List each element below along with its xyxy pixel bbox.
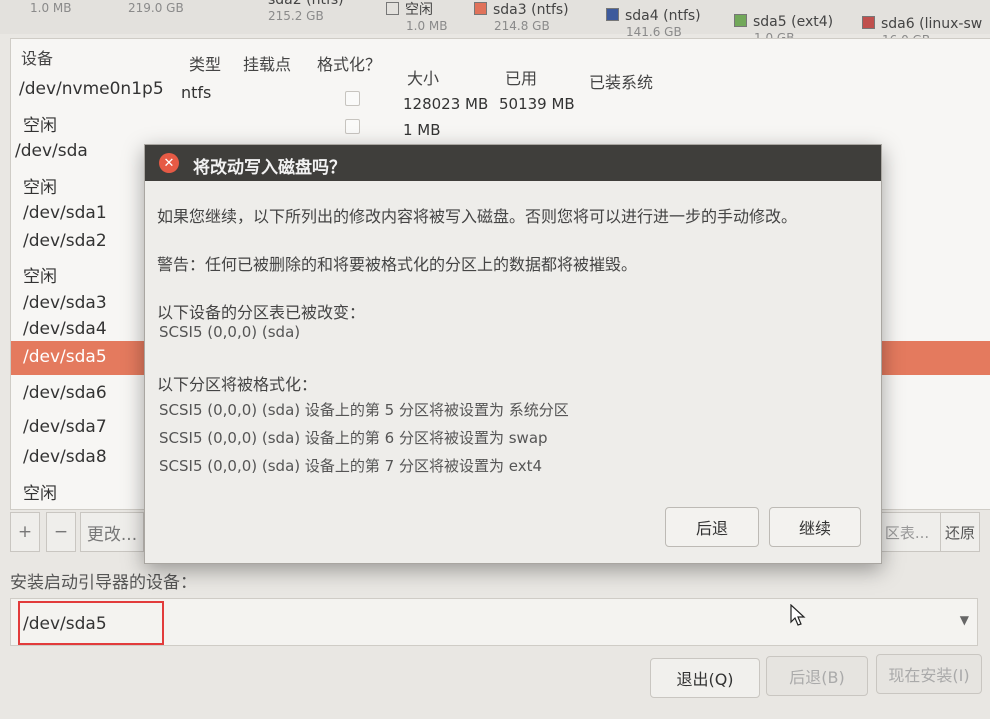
highlight-annotation [18,601,164,645]
dialog-back-button[interactable]: 后退 [665,507,759,547]
col-type[interactable]: 类型 [189,51,221,75]
format-item: SCSI5 (0,0,0) (sda) 设备上的第 6 分区将被设置为 swap [159,429,548,447]
chevron-down-icon: ▼ [959,613,969,627]
format-item: SCSI5 (0,0,0) (sda) 设备上的第 5 分区将被设置为 系统分区 [159,401,569,419]
partition-legend: 1.0 MB 219.0 GB sda2 (ntfs) 215.2 GB 空闲 1.… [0,0,990,47]
bootloader-label: 安装启动引导器的设备： [10,573,197,593]
legend-item: sda3 (ntfs) 214.8 GB [474,2,569,34]
change-partition-button[interactable]: 更改... [80,512,144,552]
back-button[interactable]: 后退(B) [766,656,868,696]
legend-swatch [734,14,747,27]
format-checkbox[interactable] [345,119,360,134]
revert-button[interactable]: 还原 [940,512,980,552]
table-row[interactable]: /dev/nvme0n1p5 ntfs 128023 MB 50139 MB [11,77,990,113]
changed-table-device: SCSI5 (0,0,0) (sda) [159,323,301,341]
format-heading: 以下分区将被格式化： [157,375,318,394]
legend-item: 219.0 GB [128,1,184,15]
dialog-continue-button[interactable]: 继续 [769,507,861,547]
remove-partition-button[interactable]: − [46,512,76,552]
col-device[interactable]: 设备 [21,45,53,69]
legend-swatch [386,2,399,15]
format-item: SCSI5 (0,0,0) (sda) 设备上的第 7 分区将被设置为 ext4 [159,457,543,475]
add-partition-button[interactable]: + [10,512,40,552]
legend-swatch [474,2,487,15]
legend-item: 1.0 MB [30,1,72,15]
dialog-intro: 如果您继续，以下所列出的修改内容将被写入磁盘。否则您将可以进行进一步的手动修改。 [157,207,798,226]
dialog-body: 如果您继续，以下所列出的修改内容将被写入磁盘。否则您将可以进行进一步的手动修改。… [145,181,881,563]
install-now-button[interactable]: 现在安装(I) [876,654,982,694]
close-icon[interactable]: ✕ [159,153,179,173]
legend-swatch [606,8,619,21]
col-format[interactable]: 格式化？ [317,51,381,75]
quit-button[interactable]: 退出(Q) [650,658,760,698]
legend-item: sda4 (ntfs) 141.6 GB [606,8,701,40]
changed-table-heading: 以下设备的分区表已被改变： [157,303,366,322]
legend-item: sda2 (ntfs) 215.2 GB [268,0,344,23]
dialog-title: 将改动写入磁盘吗？ [193,158,346,178]
new-partition-table-button[interactable]: 区表... [872,512,942,552]
table-row[interactable]: 空闲 1 MB [11,107,990,139]
dialog-warning: 警告：任何已被删除的和将要被格式化的分区上的数据都将被摧毁。 [157,255,638,274]
legend-swatch [862,16,875,29]
mouse-cursor-icon [790,604,806,626]
format-checkbox[interactable] [345,91,360,106]
write-changes-dialog: ✕ 将改动写入磁盘吗？ 如果您继续，以下所列出的修改内容将被写入磁盘。否则您将可… [144,144,882,564]
col-mount[interactable]: 挂载点 [243,51,291,75]
dialog-titlebar: ✕ 将改动写入磁盘吗？ [145,145,881,181]
legend-item: 空闲 1.0 MB [386,2,447,34]
